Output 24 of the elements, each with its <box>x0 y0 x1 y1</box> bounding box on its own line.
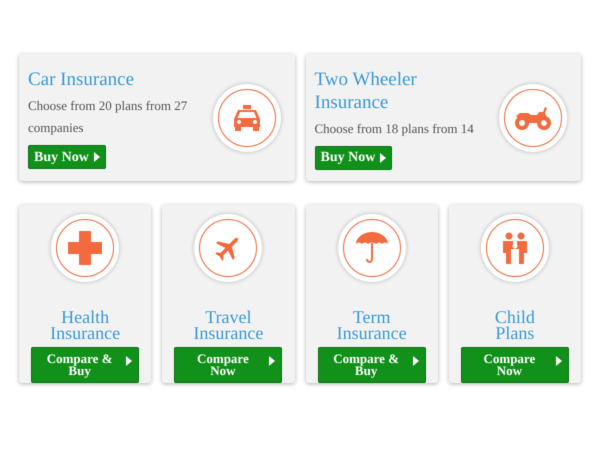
card-title: Health Insurance <box>49 309 122 341</box>
compare-button[interactable]: Compare Now <box>174 347 282 383</box>
caret-icon <box>126 356 132 366</box>
card-title: Child Plans <box>494 309 536 341</box>
buy-now-button[interactable]: Buy Now <box>28 145 106 169</box>
buy-now-button[interactable]: Buy Now <box>314 146 392 170</box>
compare-button[interactable]: Compare Now <box>460 347 569 383</box>
caret-icon <box>412 356 419 366</box>
card-title: Car Insurance <box>28 68 136 91</box>
card-title: Two Wheeler Insurance <box>314 68 418 114</box>
card-description: Choose from 20 plans from 27 companies <box>28 97 188 137</box>
caret-icon <box>94 152 100 162</box>
umbrella-icon <box>354 231 389 265</box>
cross-icon <box>68 231 102 265</box>
compare-button[interactable]: Compare & Buy <box>31 347 140 383</box>
card-description: Choose from 18 plans from 14 <box>314 120 475 138</box>
compare-button[interactable]: Compare & Buy <box>318 347 426 383</box>
card-title: Travel Insurance <box>192 309 264 341</box>
card-title: Term Insurance <box>336 309 408 341</box>
taxi-icon <box>232 104 262 130</box>
motorcycle-icon <box>514 104 552 130</box>
caret-icon <box>269 356 276 366</box>
caret-icon <box>380 152 386 162</box>
caret-icon <box>556 356 562 366</box>
